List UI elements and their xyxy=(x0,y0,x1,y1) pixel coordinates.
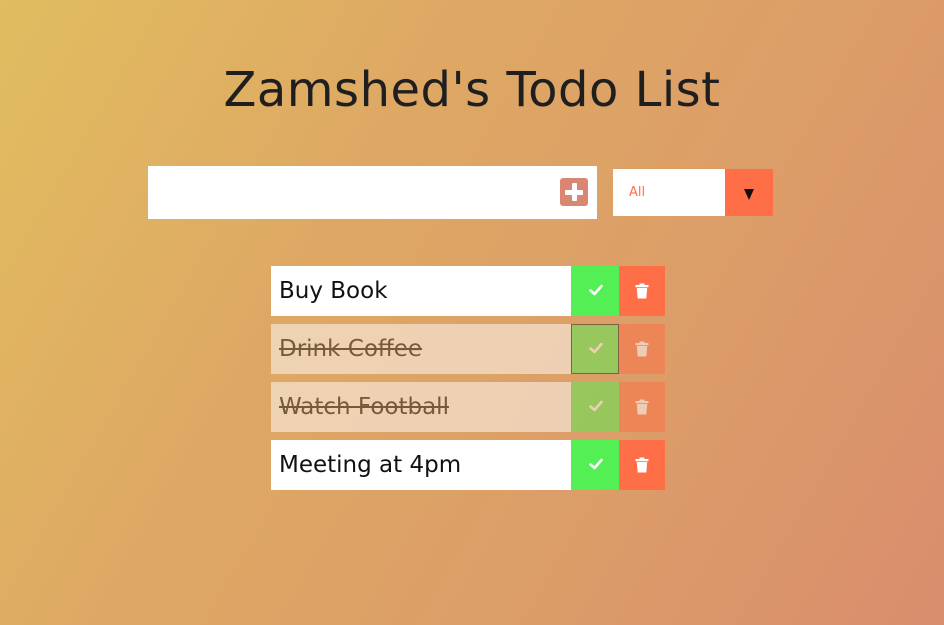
delete-button[interactable] xyxy=(619,266,665,316)
todo-item: Watch Football xyxy=(271,382,665,432)
todo-form xyxy=(148,166,597,219)
filter-select[interactable]: All xyxy=(613,169,773,216)
todo-item-text: Drink Coffee xyxy=(271,324,571,374)
check-icon xyxy=(589,400,603,412)
delete-button[interactable] xyxy=(619,440,665,490)
check-icon xyxy=(589,458,603,470)
complete-button[interactable] xyxy=(571,440,619,490)
todo-input[interactable] xyxy=(148,166,548,219)
todo-item: Drink Coffee xyxy=(271,324,665,374)
complete-button[interactable] xyxy=(571,266,619,316)
filter-dropdown-button[interactable] xyxy=(725,169,773,216)
complete-button[interactable] xyxy=(571,324,619,374)
todo-item-text: Watch Football xyxy=(271,382,571,432)
delete-button[interactable] xyxy=(619,324,665,374)
trash-icon xyxy=(635,341,649,357)
todo-list: Buy Book Drink Coffee Watch Football Mee… xyxy=(271,266,665,498)
triangle-down-icon xyxy=(744,189,754,200)
complete-button[interactable] xyxy=(571,382,619,432)
delete-button[interactable] xyxy=(619,382,665,432)
page-title: Zamshed's Todo List xyxy=(223,62,721,119)
trash-icon xyxy=(635,283,649,299)
trash-icon xyxy=(635,399,649,415)
todo-item-text: Meeting at 4pm xyxy=(271,440,571,490)
todo-item: Meeting at 4pm xyxy=(271,440,665,490)
check-icon xyxy=(589,284,603,296)
check-icon xyxy=(589,342,603,354)
filter-selected-value: All xyxy=(629,185,646,200)
todo-item: Buy Book xyxy=(271,266,665,316)
add-todo-button[interactable] xyxy=(560,178,588,206)
trash-icon xyxy=(635,457,649,473)
todo-item-text: Buy Book xyxy=(271,266,571,316)
